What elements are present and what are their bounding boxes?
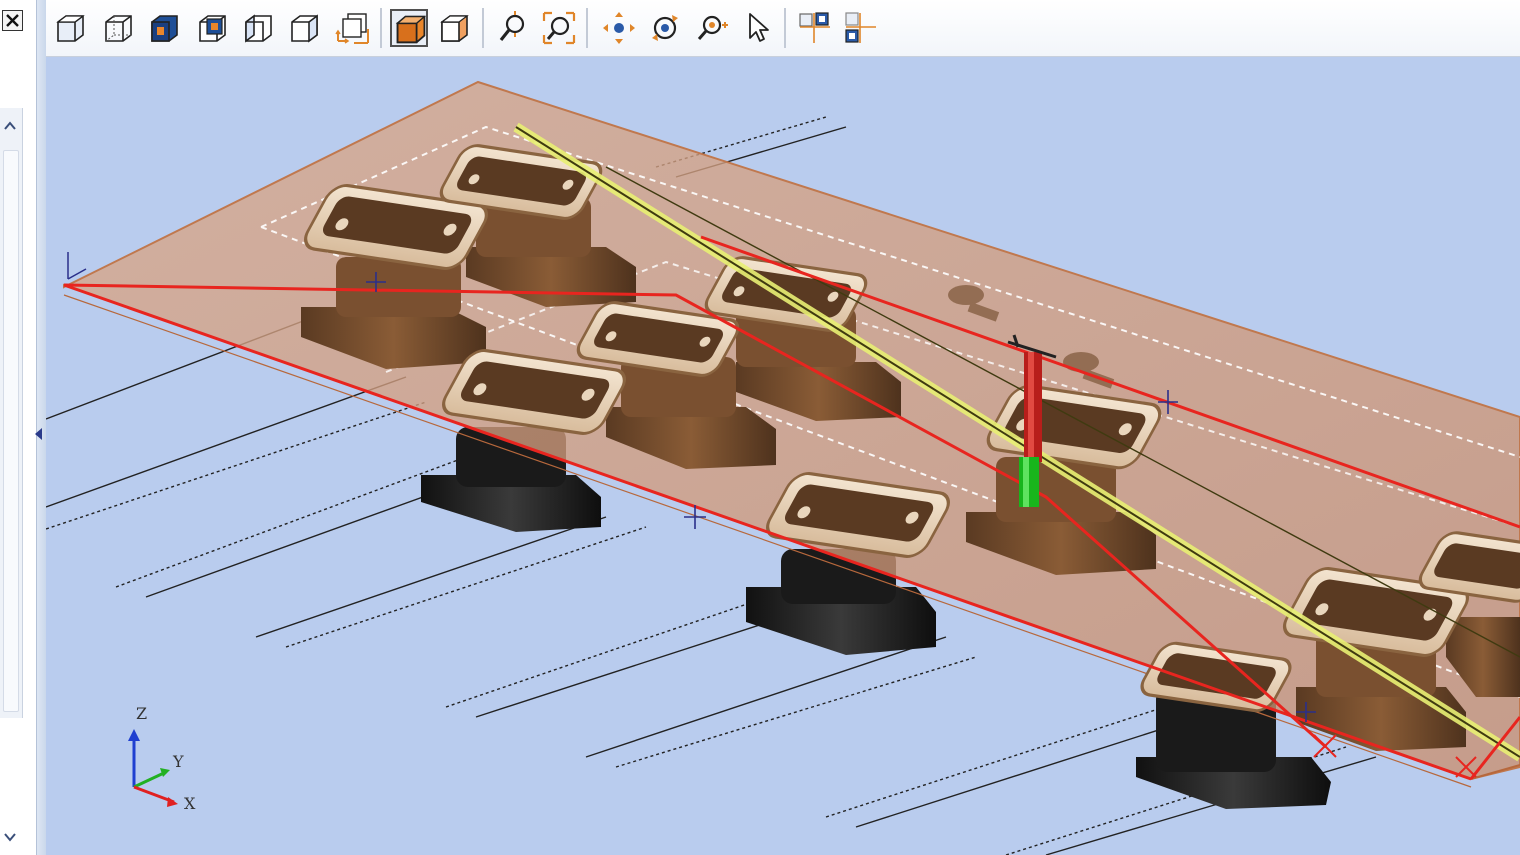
close-panel-button[interactable]	[2, 10, 23, 31]
close-icon	[6, 14, 19, 27]
3d-viewport[interactable]: Z Y X	[46, 57, 1520, 855]
pan-icon	[603, 12, 635, 44]
left-view-icon	[245, 14, 272, 43]
iso-view-icon	[56, 15, 85, 42]
left-view-button[interactable]	[240, 9, 278, 47]
axis-triad: Z Y X	[128, 704, 196, 813]
x-axis-label: X	[184, 794, 196, 813]
top-view-button[interactable]	[334, 9, 372, 47]
z-axis-label: Z	[136, 704, 147, 723]
toolbar-separator	[482, 8, 484, 48]
back-view-button[interactable]	[194, 9, 232, 47]
layout-single-button[interactable]	[842, 9, 880, 47]
toolbar-separator	[586, 8, 588, 48]
zoom-window-button[interactable]	[692, 9, 730, 47]
pan-button[interactable]	[600, 9, 638, 47]
layout-split-icon	[799, 12, 830, 43]
collapse-arrow-icon[interactable]	[35, 428, 42, 440]
view-toolbar	[46, 0, 1520, 57]
shaded-view-button[interactable]	[390, 9, 428, 47]
toolbar-separator	[784, 8, 786, 48]
chevron-down-icon	[4, 833, 16, 842]
wireframe-view-button[interactable]	[100, 9, 138, 47]
layout-split-button[interactable]	[796, 9, 834, 47]
rotate-button[interactable]	[646, 9, 684, 47]
wireframe-view-icon	[105, 15, 132, 42]
hidden-line-view-icon	[440, 15, 469, 42]
front-view-icon	[151, 15, 178, 42]
left-panel	[0, 0, 47, 855]
layout-single-icon	[845, 12, 876, 43]
right-view-icon	[291, 14, 318, 43]
right-view-button[interactable]	[286, 9, 324, 47]
zoom-fit-icon	[542, 11, 576, 45]
select-pointer-button[interactable]	[738, 9, 776, 47]
scroll-thumb[interactable]	[3, 150, 19, 712]
rotate-icon	[652, 15, 678, 41]
scroll-down-button[interactable]	[1, 826, 19, 850]
toolbar-separator	[380, 8, 382, 48]
hidden-line-view-button[interactable]	[436, 9, 474, 47]
chevron-up-icon	[4, 121, 16, 130]
front-view-button[interactable]	[146, 9, 184, 47]
zoom-fit-button[interactable]	[540, 9, 578, 47]
carrier-plate[interactable]	[63, 80, 1520, 788]
iso-view-button[interactable]	[52, 9, 90, 47]
zoom-button[interactable]	[494, 9, 532, 47]
top-view-icon	[335, 13, 369, 44]
shaded-view-icon	[395, 15, 427, 44]
select-pointer-icon	[749, 13, 769, 42]
scene-canvas[interactable]: Z Y X	[46, 57, 1520, 855]
back-view-icon	[199, 15, 226, 42]
zoom-window-icon	[697, 15, 728, 40]
scroll-up-button[interactable]	[1, 112, 19, 140]
y-axis-label: Y	[172, 752, 184, 771]
plate-origin-triad	[67, 252, 87, 280]
zoom-icon	[499, 11, 525, 41]
